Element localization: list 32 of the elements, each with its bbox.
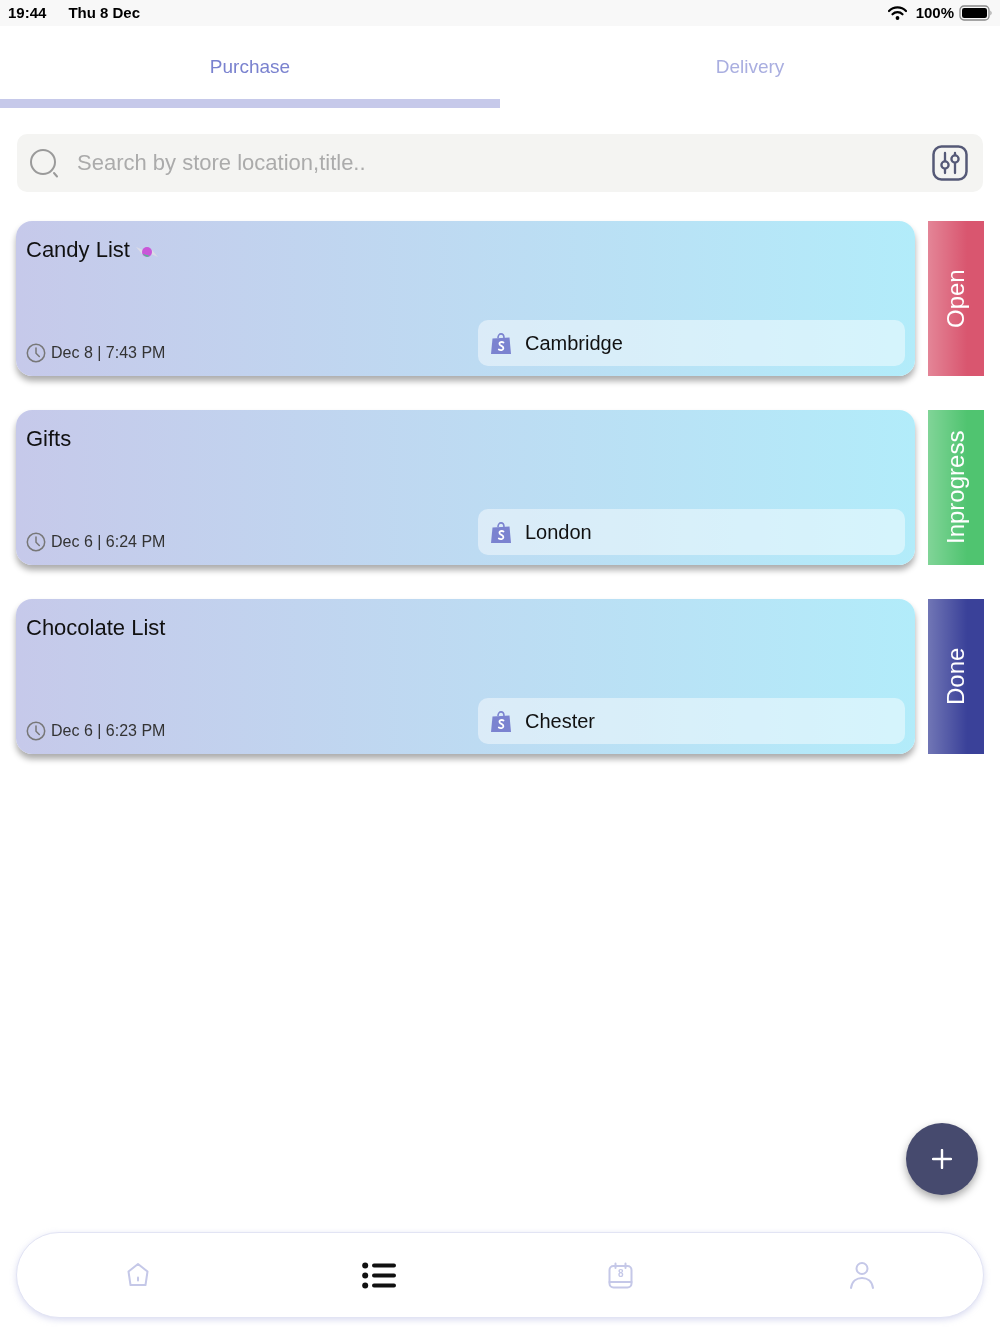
battery-icon [959, 5, 993, 21]
shopping-bag-icon [490, 520, 512, 544]
list-date: Dec 8 | 7:43 PM [51, 343, 166, 363]
list-title: Chocolate List [26, 614, 166, 642]
search-field[interactable]: Search by store location,title.. [17, 134, 983, 192]
add-button[interactable] [906, 1123, 978, 1195]
status-time: 19:44 [8, 2, 47, 23]
filter-icon[interactable] [932, 145, 968, 181]
shopping-bag-icon [490, 331, 512, 355]
clock-icon [26, 532, 46, 552]
list-card[interactable]: Chocolate List Dec 6 | 6:23 PM Chester [16, 599, 915, 754]
clock-icon [26, 721, 46, 741]
battery-percentage: 100% [915, 2, 954, 23]
search-icon [29, 148, 59, 178]
store-name: Chester [525, 709, 596, 734]
list-date: Dec 6 | 6:23 PM [51, 721, 166, 741]
status-tag[interactable]: Done [928, 599, 984, 754]
list-title: Gifts [26, 425, 72, 453]
list-card[interactable]: Gifts Dec 6 | 6:24 PM London [16, 410, 915, 565]
clock-icon [26, 343, 46, 363]
plus-icon [932, 1149, 952, 1169]
tab[interactable]: Purchase [0, 26, 500, 108]
wifi-icon [887, 6, 907, 20]
store-name: London [525, 520, 592, 545]
list-date: Dec 6 | 6:24 PM [51, 532, 166, 552]
shopping-bag-icon [490, 709, 512, 733]
calendar-day-number: 8 [616, 1268, 625, 1279]
list-icon[interactable] [362, 1261, 397, 1289]
list-title: Candy List [26, 236, 130, 264]
list-card[interactable]: Candy List Dec 8 | 7:43 PM Cambridge [16, 221, 915, 376]
store-name: Cambridge [525, 331, 623, 356]
status-date: Thu 8 Dec [68, 2, 141, 23]
